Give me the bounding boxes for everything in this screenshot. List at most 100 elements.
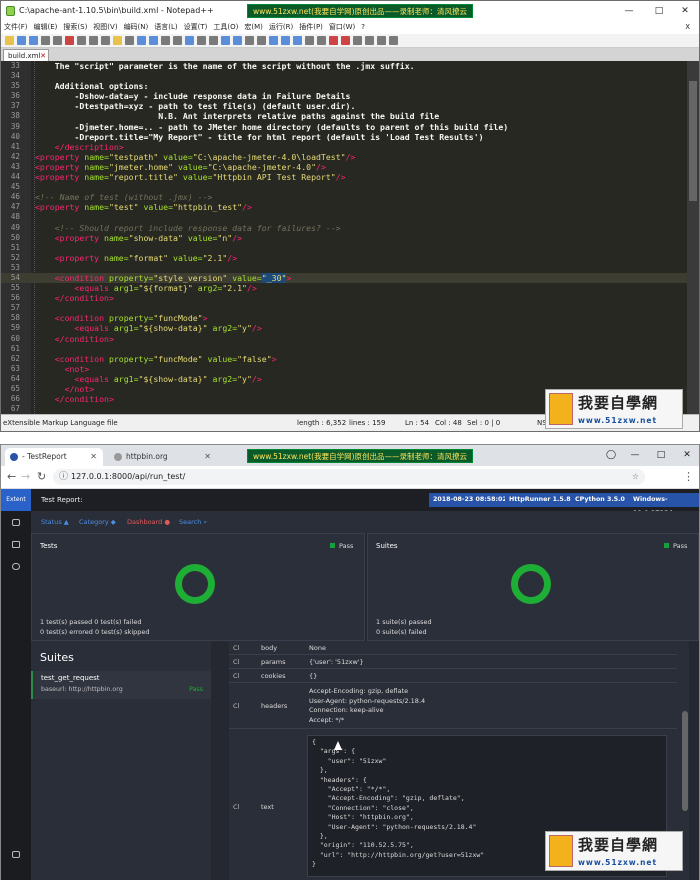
toolbar-button-icon[interactable] bbox=[269, 36, 278, 45]
code-token: "${format}" bbox=[138, 283, 193, 294]
scrollbar-thumb[interactable] bbox=[689, 81, 697, 201]
browser-tab-httpbin[interactable]: httpbin.org ✕ bbox=[109, 448, 217, 466]
close-icon[interactable]: ✕ bbox=[671, 1, 699, 21]
status-filter[interactable]: Status ▲ bbox=[41, 511, 69, 533]
menu-item[interactable]: 运行(R) bbox=[269, 23, 293, 31]
toolbar-button-icon[interactable] bbox=[149, 36, 158, 45]
menu-item[interactable]: 插件(P) bbox=[299, 23, 323, 31]
row-key: body bbox=[261, 644, 278, 652]
reload-icon[interactable]: ↻ bbox=[37, 470, 46, 484]
category-view-icon[interactable] bbox=[12, 541, 20, 548]
bookmark-star-icon[interactable]: ☆ bbox=[632, 469, 639, 485]
code-token: property= bbox=[104, 353, 154, 364]
code-token: </not> bbox=[35, 384, 95, 394]
toolbar-button-icon[interactable] bbox=[77, 36, 86, 45]
menu-item[interactable]: 设置(T) bbox=[184, 23, 208, 31]
code-line: 36 -Dshow-data=y - include response data… bbox=[1, 91, 687, 101]
code-token: "Httpbin API Test Report" bbox=[212, 172, 336, 183]
toolbar-button-icon[interactable] bbox=[341, 36, 350, 45]
suites-donut-chart bbox=[511, 564, 551, 604]
toolbar-button-icon[interactable] bbox=[41, 36, 50, 45]
toolbar-button-icon[interactable] bbox=[65, 36, 74, 45]
menu-item[interactable]: 窗口(W) bbox=[329, 23, 355, 31]
toolbar-button-icon[interactable] bbox=[317, 36, 326, 45]
menu-item[interactable]: 编辑(E) bbox=[34, 23, 58, 31]
line-number: 47 bbox=[10, 202, 20, 212]
site-info-icon[interactable]: ⓘ bbox=[59, 469, 68, 485]
toolbar-button-icon[interactable] bbox=[389, 36, 398, 45]
tab-close-icon[interactable]: ✕ bbox=[90, 448, 97, 466]
notepadpp-app-icon bbox=[6, 6, 15, 16]
toolbar-button-icon[interactable] bbox=[281, 36, 290, 45]
menu-item[interactable]: 工具(O) bbox=[213, 23, 238, 31]
maximize-icon[interactable]: □ bbox=[647, 445, 675, 465]
url-bar[interactable]: ⓘ 127.0.0.1:8000/api/run_test/ ☆ bbox=[53, 469, 645, 485]
close-icon[interactable]: ✕ bbox=[673, 445, 700, 465]
menu-item[interactable]: 视图(V) bbox=[93, 23, 117, 31]
menu-item[interactable]: 语言(L) bbox=[154, 23, 177, 31]
tab-build-xml[interactable]: build.xml ✕ bbox=[3, 49, 49, 61]
toolbar-button-icon[interactable] bbox=[353, 36, 362, 45]
minimize-icon[interactable]: — bbox=[615, 1, 643, 21]
toolbar-button-icon[interactable] bbox=[101, 36, 110, 45]
toolbar-button-icon[interactable] bbox=[377, 36, 386, 45]
suite-item[interactable]: test_get_request baseurl: http://httpbin… bbox=[31, 671, 211, 699]
search-link[interactable]: Search ⌕ bbox=[179, 511, 207, 533]
toolbar-button-icon[interactable] bbox=[125, 36, 134, 45]
toolbar-button-icon[interactable] bbox=[329, 36, 338, 45]
toolbar-button-icon[interactable] bbox=[365, 36, 374, 45]
line-number: 52 bbox=[10, 252, 20, 262]
maximize-icon[interactable]: □ bbox=[645, 1, 673, 21]
browser-tab-testreport[interactable]: - TestReport ✕ bbox=[5, 448, 103, 466]
monitor-icon[interactable] bbox=[12, 851, 20, 858]
code-token: name= bbox=[99, 252, 129, 263]
toolbar-button-icon[interactable] bbox=[173, 36, 182, 45]
code-line: 51 bbox=[1, 243, 687, 253]
toolbar-button-icon[interactable] bbox=[53, 36, 62, 45]
toolbar-button-icon[interactable] bbox=[137, 36, 146, 45]
dashboard-link[interactable]: Dashboard ● bbox=[127, 511, 170, 533]
toolbar-button-icon[interactable] bbox=[197, 36, 206, 45]
menu-item[interactable]: 搜索(S) bbox=[63, 23, 87, 31]
toolbar-button-icon[interactable] bbox=[233, 36, 242, 45]
code-text: <!-- Should report include response data… bbox=[35, 223, 341, 233]
suites-summary-card: Suites Pass 1 suite(s) passed 0 suite(s)… bbox=[367, 533, 699, 641]
toolbar-button-icon[interactable] bbox=[161, 36, 170, 45]
toolbar-button-icon[interactable] bbox=[245, 36, 254, 45]
category-filter[interactable]: Category ◆ bbox=[79, 511, 116, 533]
toolbar-button-icon[interactable] bbox=[305, 36, 314, 45]
line-number: 50 bbox=[10, 232, 20, 242]
menu-item[interactable]: 宏(M) bbox=[244, 23, 263, 31]
report-brand[interactable]: Extent bbox=[1, 489, 31, 511]
toolbar-button-icon[interactable] bbox=[185, 36, 194, 45]
code-token: "C:\apache-jmeter-4.0\loadTest" bbox=[192, 151, 346, 162]
toolbar-button-icon[interactable] bbox=[257, 36, 266, 45]
row-value: {} bbox=[309, 672, 317, 682]
tab-close-icon[interactable]: ✕ bbox=[204, 448, 211, 466]
menu-item[interactable]: ? bbox=[361, 23, 365, 31]
minimize-icon[interactable]: — bbox=[621, 445, 649, 465]
toolbar-button-icon[interactable] bbox=[113, 36, 122, 45]
menu-icon[interactable]: ⋮ bbox=[683, 470, 694, 484]
toolbar-button-icon[interactable] bbox=[293, 36, 302, 45]
toolbar-button-icon[interactable] bbox=[209, 36, 218, 45]
code-editor[interactable]: 33 The "script" parameter is the name of… bbox=[1, 61, 699, 414]
scrollbar-thumb[interactable] bbox=[682, 711, 688, 811]
menu-item[interactable]: 编码(N) bbox=[124, 23, 149, 31]
toolbar-button-icon[interactable] bbox=[89, 36, 98, 45]
tests-view-icon[interactable] bbox=[12, 519, 20, 526]
dashboard-view-icon[interactable] bbox=[12, 563, 20, 570]
forward-icon[interactable]: → bbox=[21, 470, 30, 484]
toolbar-button-icon[interactable] bbox=[221, 36, 230, 45]
editor-scrollbar[interactable] bbox=[687, 61, 699, 414]
toolbar-button-icon[interactable] bbox=[29, 36, 38, 45]
line-number: 66 bbox=[10, 394, 20, 404]
row-class-label: Cl bbox=[233, 803, 240, 811]
legend-label: Pass bbox=[673, 542, 688, 550]
file-tab-bar: build.xml ✕ bbox=[1, 48, 699, 61]
menu-item[interactable]: 文件(F) bbox=[4, 23, 28, 31]
toolbar-button-icon[interactable] bbox=[17, 36, 26, 45]
back-icon[interactable]: ← bbox=[7, 470, 16, 484]
menu-close-doc[interactable]: X bbox=[685, 21, 690, 34]
toolbar-button-icon[interactable] bbox=[5, 36, 14, 45]
